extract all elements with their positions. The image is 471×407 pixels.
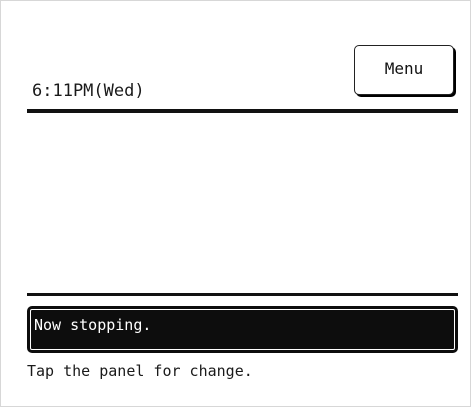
instruction-text: Tap the panel for change. — [27, 362, 253, 380]
status-bar[interactable]: Now stopping. — [27, 306, 458, 353]
header-divider — [27, 109, 458, 113]
control-panel-screen[interactable]: 6:11PM(Wed) Menu Now stopping. Tap the p… — [0, 0, 471, 407]
status-message: Now stopping. — [34, 316, 152, 334]
clock-display: 6:11PM(Wed) — [32, 81, 145, 101]
status-divider — [27, 293, 458, 296]
menu-button[interactable]: Menu — [354, 45, 454, 95]
